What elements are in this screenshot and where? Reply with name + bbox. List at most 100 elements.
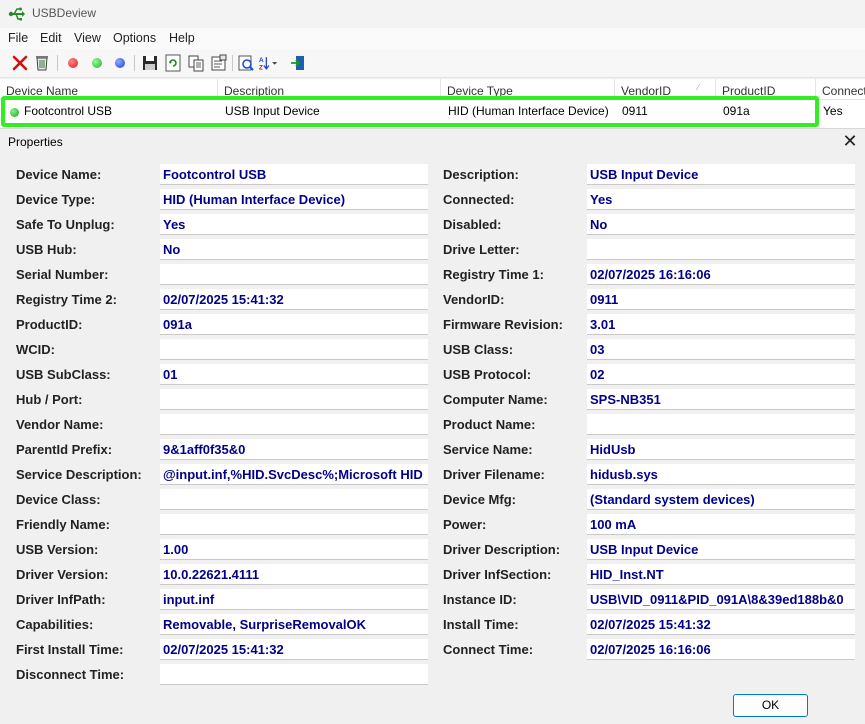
property-label: Disconnect Time: xyxy=(16,667,125,682)
property-value-field[interactable]: 02/07/2025 16:16:06 xyxy=(587,639,855,660)
property-value-field[interactable]: HidUsb xyxy=(587,439,855,460)
property-label: First Install Time: xyxy=(16,642,124,657)
close-icon[interactable]: ✕ xyxy=(840,132,860,152)
property-label: USB Hub: xyxy=(16,242,77,257)
property-label: Install Time: xyxy=(443,617,519,632)
property-value-field[interactable]: @input.inf,%HID.SvcDesc%;Microsoft HID xyxy=(160,464,428,485)
usb-app-icon xyxy=(8,7,25,21)
property-value-field[interactable]: input.inf xyxy=(160,589,428,610)
property-value-field[interactable]: 02/07/2025 16:16:06 xyxy=(587,264,855,285)
properties-icon[interactable] xyxy=(209,53,229,73)
menu-edit[interactable]: Edit xyxy=(40,31,62,45)
property-value-field[interactable]: 02/07/2025 15:41:32 xyxy=(587,614,855,635)
property-label: Service Name: xyxy=(443,442,533,457)
property-label: Drive Letter: xyxy=(443,242,520,257)
svg-text:A: A xyxy=(259,57,264,64)
property-label: Instance ID: xyxy=(443,592,517,607)
selection-highlight xyxy=(1,96,819,127)
property-value-field[interactable] xyxy=(160,389,428,410)
property-value-field[interactable] xyxy=(160,514,428,535)
uninstall-icon[interactable] xyxy=(32,53,52,73)
property-value-field[interactable] xyxy=(160,489,428,510)
property-label: Safe To Unplug: xyxy=(16,217,115,232)
property-value-field[interactable]: Removable, SurpriseRemovalOK xyxy=(160,614,428,635)
property-label: Disabled: xyxy=(443,217,502,232)
property-label: ProductID: xyxy=(16,317,83,332)
property-value-field[interactable]: 1.00 xyxy=(160,539,428,560)
property-value-field[interactable]: 091a xyxy=(160,314,428,335)
property-value-field[interactable] xyxy=(160,339,428,360)
property-value-field[interactable]: No xyxy=(587,214,855,235)
menu-file[interactable]: File xyxy=(8,31,28,45)
blue-dot-icon[interactable] xyxy=(110,53,130,73)
menu-options[interactable]: Options xyxy=(113,31,156,45)
property-value-field[interactable]: USB Input Device xyxy=(587,164,855,185)
dialog-title: Properties xyxy=(8,135,63,149)
toolbar-separator xyxy=(134,55,135,71)
property-label: Computer Name: xyxy=(443,392,548,407)
property-label: USB SubClass: xyxy=(16,367,111,382)
window-title: USBDeview xyxy=(32,6,97,20)
property-value-field[interactable] xyxy=(587,239,855,260)
find-icon[interactable] xyxy=(236,53,256,73)
property-label: Power: xyxy=(443,517,487,532)
red-dot-icon[interactable] xyxy=(63,53,83,73)
property-value-field[interactable]: HID (Human Interface Device) xyxy=(160,189,428,210)
ok-button[interactable]: OK xyxy=(733,694,808,717)
property-value-field[interactable]: 01 xyxy=(160,364,428,385)
sort-icon[interactable]: A Z xyxy=(258,53,278,73)
property-value-field[interactable]: hidusb.sys xyxy=(587,464,855,485)
toolbar-separator xyxy=(57,55,58,71)
property-value-field[interactable]: 9&1aff0f35&0 xyxy=(160,439,428,460)
property-value-field[interactable]: 02/07/2025 15:41:32 xyxy=(160,289,428,310)
property-value-field[interactable]: 100 mA xyxy=(587,514,855,535)
property-value-field[interactable]: USB\VID_0911&PID_091A\8&39ed188b&0 xyxy=(587,589,855,610)
property-value-field[interactable] xyxy=(587,414,855,435)
save-icon[interactable] xyxy=(140,53,160,73)
property-label: USB Class: xyxy=(443,342,514,357)
property-value-field[interactable]: (Standard system devices) xyxy=(587,489,855,510)
title-bar: USBDeview xyxy=(0,0,865,28)
green-dot-icon[interactable] xyxy=(87,53,107,73)
cell-connected: Yes xyxy=(823,104,843,118)
disconnect-icon[interactable] xyxy=(10,53,30,73)
property-label: Firmware Revision: xyxy=(443,317,563,332)
property-label: Vendor Name: xyxy=(16,417,104,432)
property-value-field[interactable]: 02/07/2025 15:41:32 xyxy=(160,639,428,660)
property-label: Driver InfSection: xyxy=(443,567,552,582)
col-header-connected[interactable]: Connected xyxy=(816,79,865,100)
menu-help[interactable]: Help xyxy=(169,31,195,45)
property-label: ParentId Prefix: xyxy=(16,442,113,457)
property-label: Registry Time 1: xyxy=(443,267,544,282)
property-value-field[interactable]: Yes xyxy=(587,189,855,210)
property-value-field[interactable]: No xyxy=(160,239,428,260)
property-label: Friendly Name: xyxy=(16,517,110,532)
property-value-field[interactable]: 02 xyxy=(587,364,855,385)
property-value-field[interactable] xyxy=(160,414,428,435)
menu-view[interactable]: View xyxy=(74,31,101,45)
property-label: Driver Filename: xyxy=(443,467,545,482)
exit-icon[interactable] xyxy=(288,53,308,73)
property-value-field[interactable]: Footcontrol USB xyxy=(160,164,428,185)
property-value-field[interactable]: USB Input Device xyxy=(587,539,855,560)
property-value-field[interactable]: SPS-NB351 xyxy=(587,389,855,410)
property-label: Product Name: xyxy=(443,417,536,432)
refresh-icon[interactable] xyxy=(163,53,183,73)
property-label: Service Description: xyxy=(16,467,142,482)
copy-icon[interactable] xyxy=(186,53,206,73)
property-value-field[interactable] xyxy=(160,664,428,685)
property-label: VendorID: xyxy=(443,292,505,307)
property-value-field[interactable]: 03 xyxy=(587,339,855,360)
property-value-field[interactable]: 3.01 xyxy=(587,314,855,335)
property-label: Connect Time: xyxy=(443,642,534,657)
property-label: Serial Number: xyxy=(16,267,109,282)
toolbar: A Z xyxy=(0,49,865,78)
property-value-field[interactable] xyxy=(160,264,428,285)
property-value-field[interactable]: 0911 xyxy=(587,289,855,310)
toolbar-separator xyxy=(232,55,233,71)
property-value-field[interactable]: HID_Inst.NT xyxy=(587,564,855,585)
property-value-field[interactable]: Yes xyxy=(160,214,428,235)
property-label: Device Type: xyxy=(16,192,96,207)
property-label: Capabilities: xyxy=(16,617,94,632)
property-value-field[interactable]: 10.0.22621.4111 xyxy=(160,564,428,585)
